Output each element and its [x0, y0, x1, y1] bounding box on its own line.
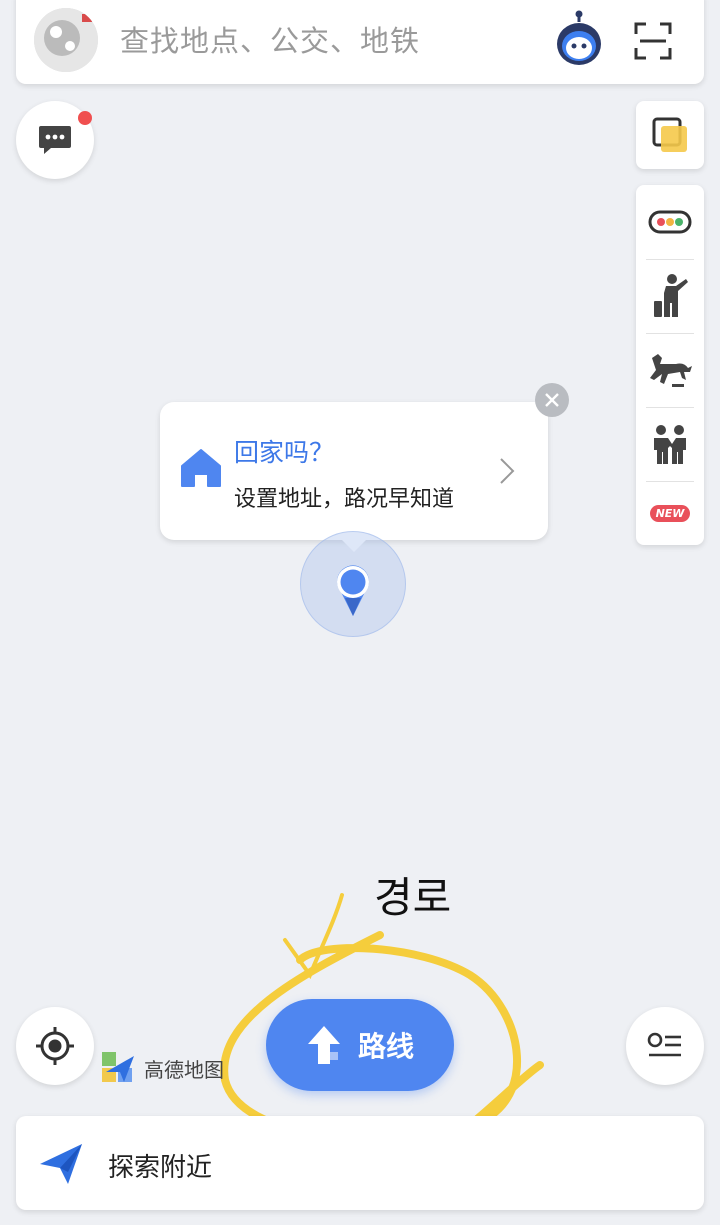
assistant-mascot-icon[interactable] — [554, 10, 604, 68]
layers-icon — [652, 117, 687, 152]
chevron-right-icon — [498, 456, 516, 486]
traffic-light-icon — [648, 210, 692, 234]
logo-text: 高德地图 — [144, 1057, 224, 1082]
scan-icon[interactable] — [634, 22, 672, 60]
route-label: 路线 — [357, 1030, 414, 1063]
location-pin-icon — [337, 565, 369, 616]
flying-horse-icon — [650, 354, 692, 387]
home-tip-subtitle: 设置地址，路况早知道 — [234, 487, 455, 512]
notification-dot — [78, 111, 92, 125]
explore-nearby-label: 探索附近 — [108, 1153, 213, 1183]
amap-logo: 高德地图 — [100, 1048, 224, 1088]
hail-taxi-icon — [654, 274, 688, 317]
map-tools-panel: NEW — [636, 185, 704, 545]
route-button[interactable]: 路线 — [266, 999, 454, 1091]
paper-plane-icon — [38, 1140, 84, 1186]
message-button[interactable] — [16, 101, 94, 179]
home-tip-title: 回家吗？ — [234, 438, 335, 467]
go-home-card[interactable]: 回家吗？ 设置地址，路况早知道 — [160, 402, 548, 552]
avatar[interactable] — [34, 8, 98, 72]
layers-button[interactable] — [636, 101, 704, 169]
together-button[interactable] — [636, 407, 704, 481]
search-input[interactable]: 查找地点、公交、地铁 — [120, 18, 420, 60]
poi-list-button[interactable] — [626, 1007, 704, 1085]
two-people-icon — [654, 425, 686, 464]
new-badge: NEW — [649, 504, 691, 522]
crosshair-icon — [36, 1027, 74, 1065]
close-icon — [545, 393, 559, 407]
locate-me-button[interactable] — [16, 1007, 94, 1085]
explore-nearby-bar[interactable]: 探索附近 — [16, 1116, 704, 1210]
taxi-button[interactable] — [636, 259, 704, 333]
current-location-marker — [300, 531, 406, 637]
location-list-icon — [647, 1032, 681, 1057]
travel-button[interactable] — [636, 333, 704, 407]
annotation-text: 경로 — [374, 873, 452, 922]
amap-logo-icon — [102, 1052, 134, 1082]
new-feature-button[interactable]: NEW — [636, 481, 704, 545]
close-tip-button[interactable] — [535, 383, 569, 417]
search-bar[interactable]: 查找地点、公交、地铁 — [16, 0, 704, 84]
route-arrow-icon — [307, 1026, 340, 1064]
traffic-button[interactable] — [636, 185, 704, 259]
chat-bubble-icon — [39, 126, 71, 154]
home-icon — [180, 448, 222, 488]
